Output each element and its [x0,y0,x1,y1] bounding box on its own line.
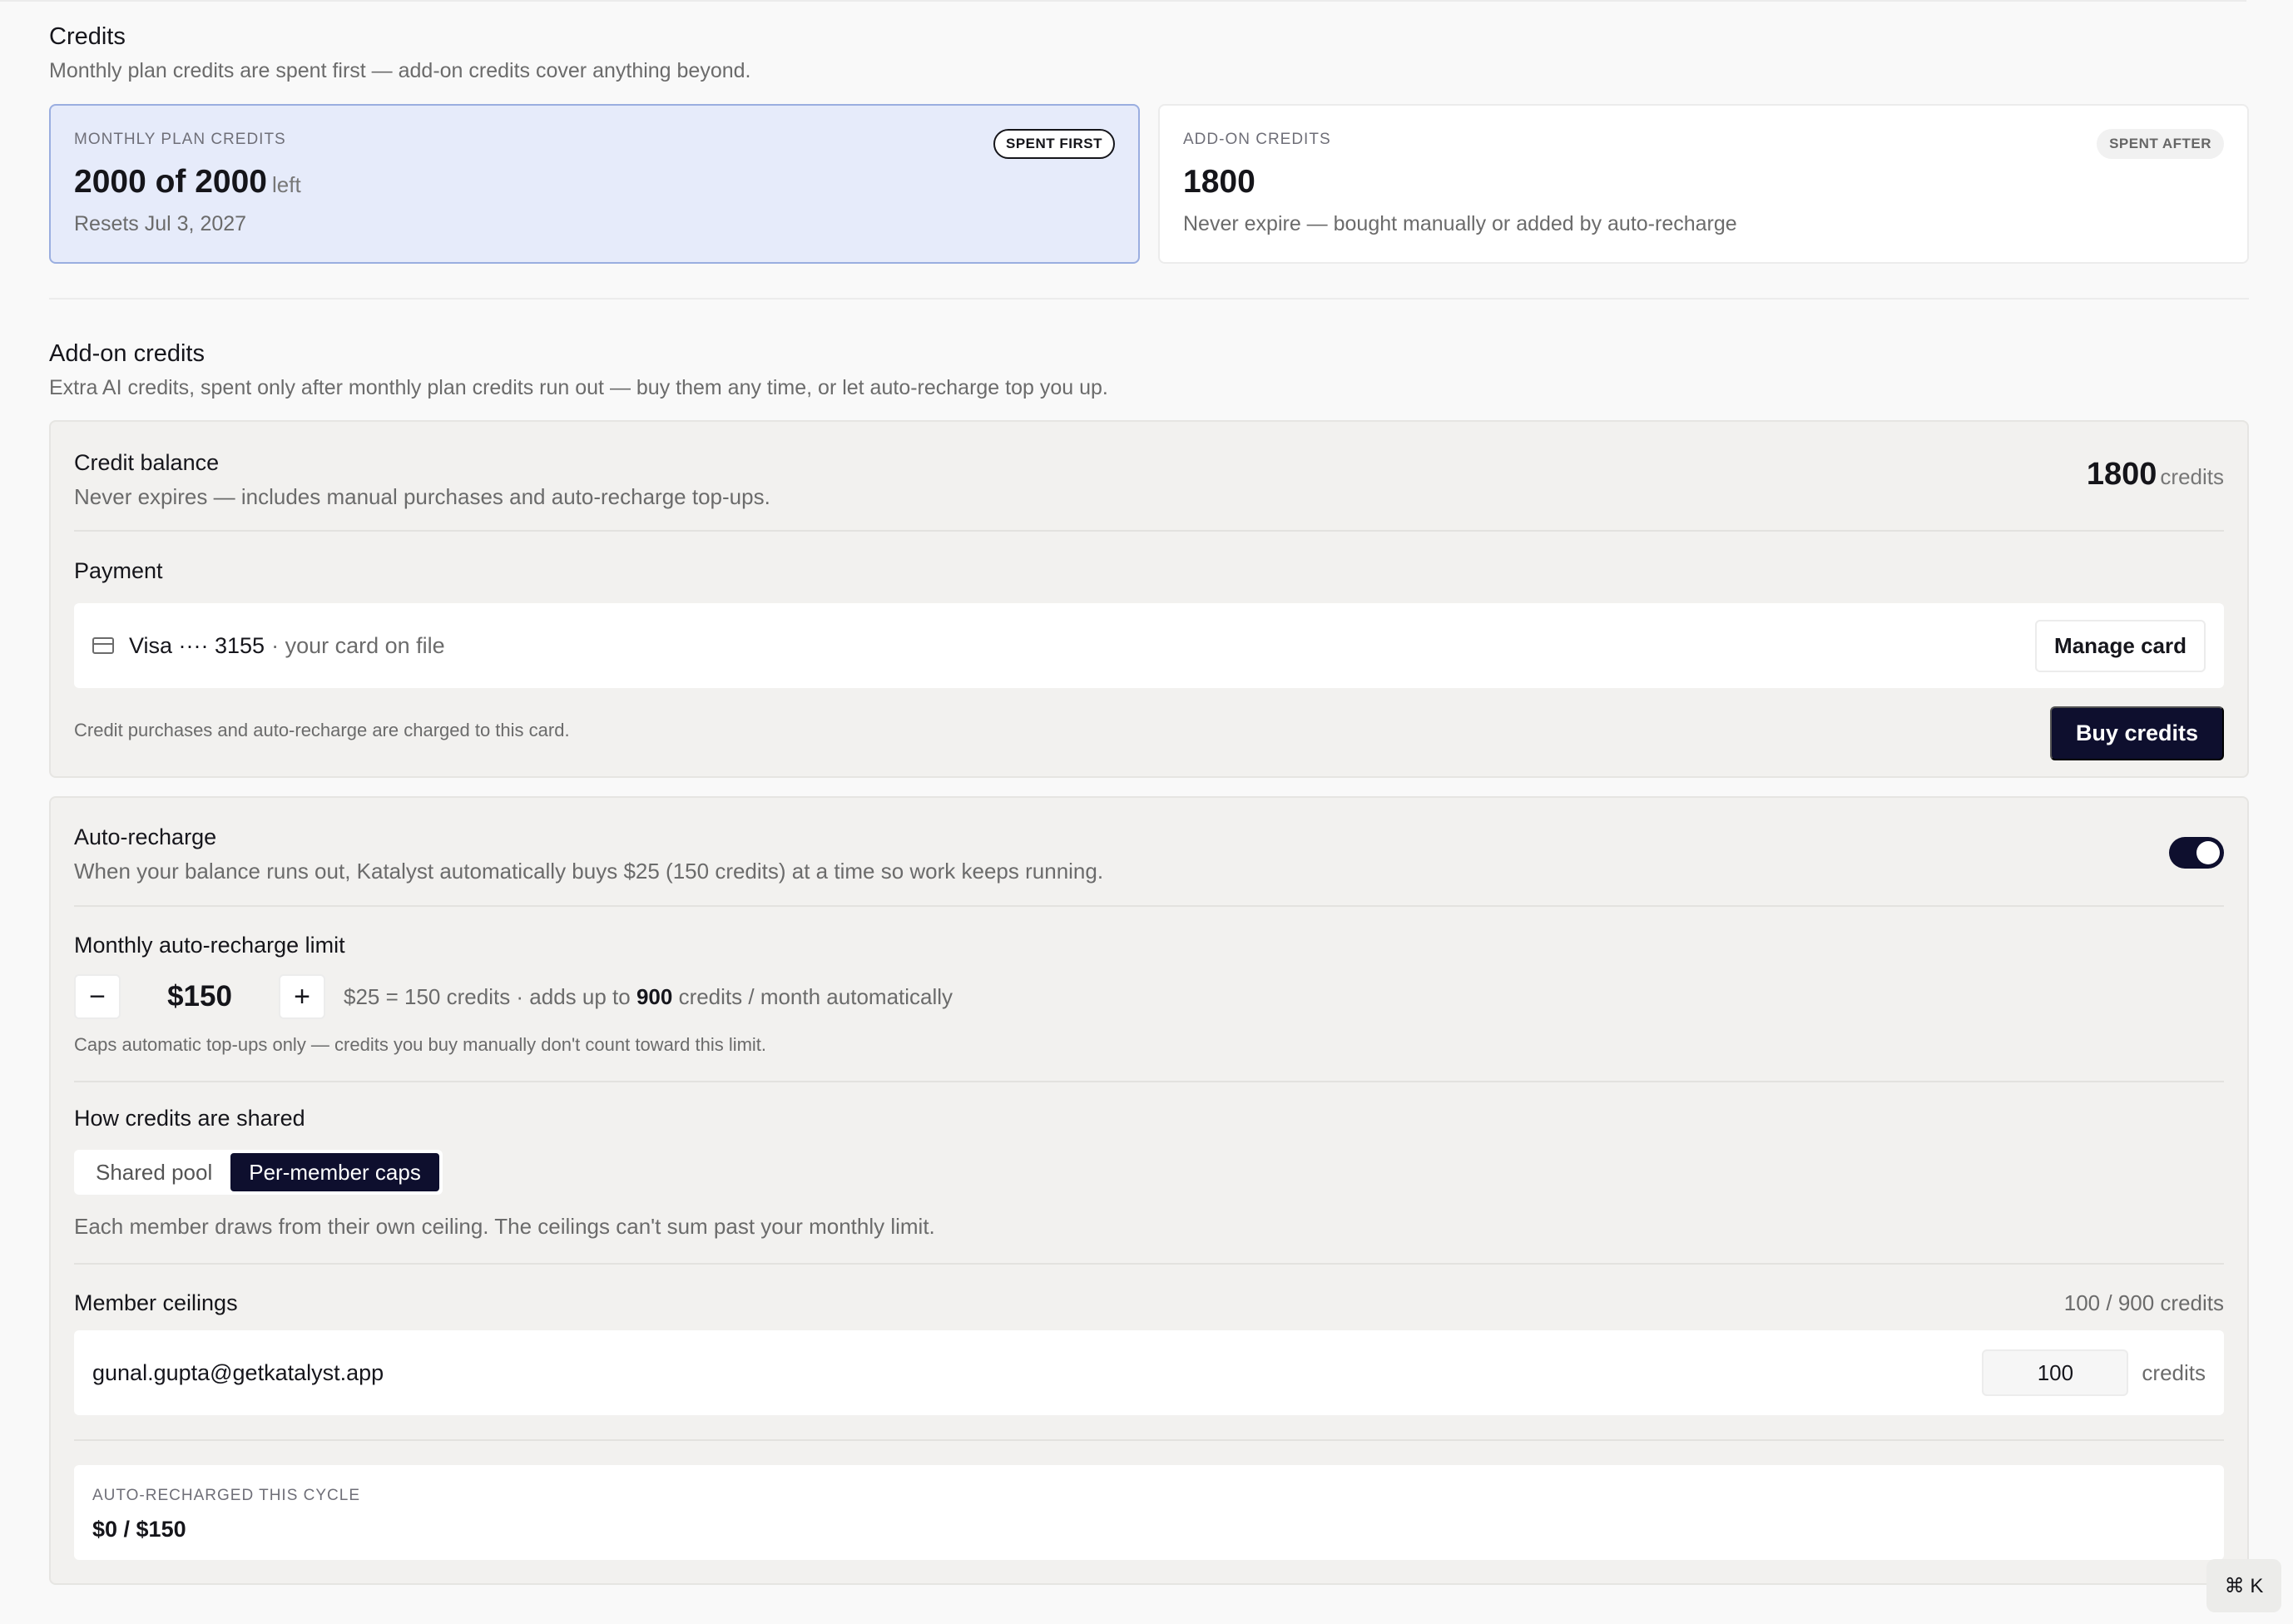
monthly-credits-reset: Resets Jul 3, 2027 [74,212,247,235]
member-row: gunal.gupta@getkatalyst.app credits [74,1330,2224,1415]
toggle-knob [2196,841,2220,864]
member-ceiling-unit: credits [2142,1359,2206,1385]
member-email: gunal.gupta@getkatalyst.app [92,1359,384,1385]
monthly-limit-label: Monthly auto-recharge limit [74,933,345,958]
credit-summary-cards: MONTHLY PLAN CREDITS SPENT FIRST 2000 of… [49,104,2249,264]
member-ceilings-title: Member ceilings [74,1290,238,1315]
panel-divider [74,1263,2224,1265]
buy-credits-button[interactable]: Buy credits [2049,706,2224,760]
member-ceilings-count: 100 / 900 credits [2063,1290,2224,1315]
addon-section-title: Add-on credits [49,340,205,367]
credit-balance-value: 1800 [2086,457,2157,492]
panel-divider [74,1081,2224,1082]
credit-card-icon [92,637,114,654]
cycle-eyebrow: AUTO-RECHARGED THIS CYCLE [92,1487,361,1504]
shared-pool-option[interactable]: Shared pool [77,1153,230,1191]
panel-divider [74,530,2224,532]
rate-text: $25 = 150 credits · adds up to [344,983,636,1009]
credit-balance-title: Credit balance [74,450,220,475]
credits-header: Credits Monthly plan credits are spent f… [49,23,751,83]
addon-credits-eyebrow: ADD-ON CREDITS [1183,131,1331,148]
payment-label: Payment [74,558,163,583]
auto-recharge-panel: Auto-recharge When your balance runs out… [49,796,2249,1585]
page: Credits Monthly plan credits are spent f… [49,0,2249,1624]
sharing-title: How credits are shared [74,1106,305,1131]
monthly-credits-amount: 2000 of 2000 left [74,164,1115,201]
auto-recharge-info: Auto-recharge When your balance runs out… [74,824,1103,884]
manage-card-button[interactable]: Manage card [2035,619,2206,672]
auto-recharge-toggle[interactable] [2169,837,2224,869]
monthly-credits-value: 2000 of 2000 [74,164,268,200]
addon-credits-detail: Never expire — bought manually or added … [1183,212,1737,235]
auto-recharge-subtitle: When your balance runs out, Katalyst aut… [74,859,1104,884]
addon-section-subtitle: Extra AI credits, spent only after month… [49,376,1108,399]
credit-balance-info: Credit balance Never expires — includes … [74,450,770,510]
credit-balance-unit: credits [2160,464,2224,489]
credits-title: Credits [49,23,126,50]
charge-note: Credit purchases and auto-recharge are c… [74,720,570,740]
card-brand: Visa ···· 3155 [129,632,265,658]
monthly-limit-stepper: − $150 + $25 = 150 credits · adds up to … [74,974,953,1019]
sharing-mode-segmented: Shared pool Per-member caps [74,1150,443,1195]
credits-subtitle: Monthly plan credits are spent first — a… [49,59,751,82]
payment-card-row: Visa ···· 3155 · your card on file Manag… [74,603,2224,688]
cycle-value: $0 / $150 [92,1517,186,1542]
command-palette-button[interactable]: ⌘ K [2206,1559,2281,1612]
max-credits: 900 [636,983,673,1009]
increase-limit-button[interactable]: + [279,974,325,1019]
panel-divider [74,1439,2224,1441]
addon-credits-amount: 1800 [1183,164,1255,200]
rate-suffix: credits / month automatically [672,983,953,1009]
monthly-credits-eyebrow: MONTHLY PLAN CREDITS [74,131,286,148]
auto-recharged-cycle-box: AUTO-RECHARGED THIS CYCLE $0 / $150 [74,1465,2224,1560]
spent-after-badge: SPENT AFTER [2097,129,2224,159]
decrease-limit-button[interactable]: − [74,974,121,1019]
panel-divider [74,905,2224,907]
monthly-plan-credits-card: MONTHLY PLAN CREDITS SPENT FIRST 2000 of… [49,104,1140,264]
section-divider [49,298,2249,300]
limit-rate-note: $25 = 150 credits · adds up to 900 credi… [344,984,953,1010]
member-ceiling-input[interactable] [1982,1349,2129,1396]
credit-balance-amount: 1800 credits [2087,457,2224,493]
caps-note: Caps automatic top-ups only — credits yo… [74,1034,767,1055]
monthly-credits-unit: left [272,172,301,197]
credit-balance-subtitle: Never expires — includes manual purchase… [74,484,770,509]
auto-recharge-title: Auto-recharge [74,824,217,849]
per-member-caps-option[interactable]: Per-member caps [230,1153,439,1191]
balance-payment-panel: Credit balance Never expires — includes … [49,420,2249,778]
addon-section-header: Add-on credits Extra AI credits, spent o… [49,340,1108,400]
sharing-note: Each member draws from their own ceiling… [74,1214,935,1239]
monthly-limit-value: $150 [167,980,232,1013]
addon-credits-card: ADD-ON CREDITS SPENT AFTER 1800 Never ex… [1158,104,2249,264]
spent-first-badge: SPENT FIRST [993,129,1115,159]
card-note: · your card on file [271,632,445,658]
